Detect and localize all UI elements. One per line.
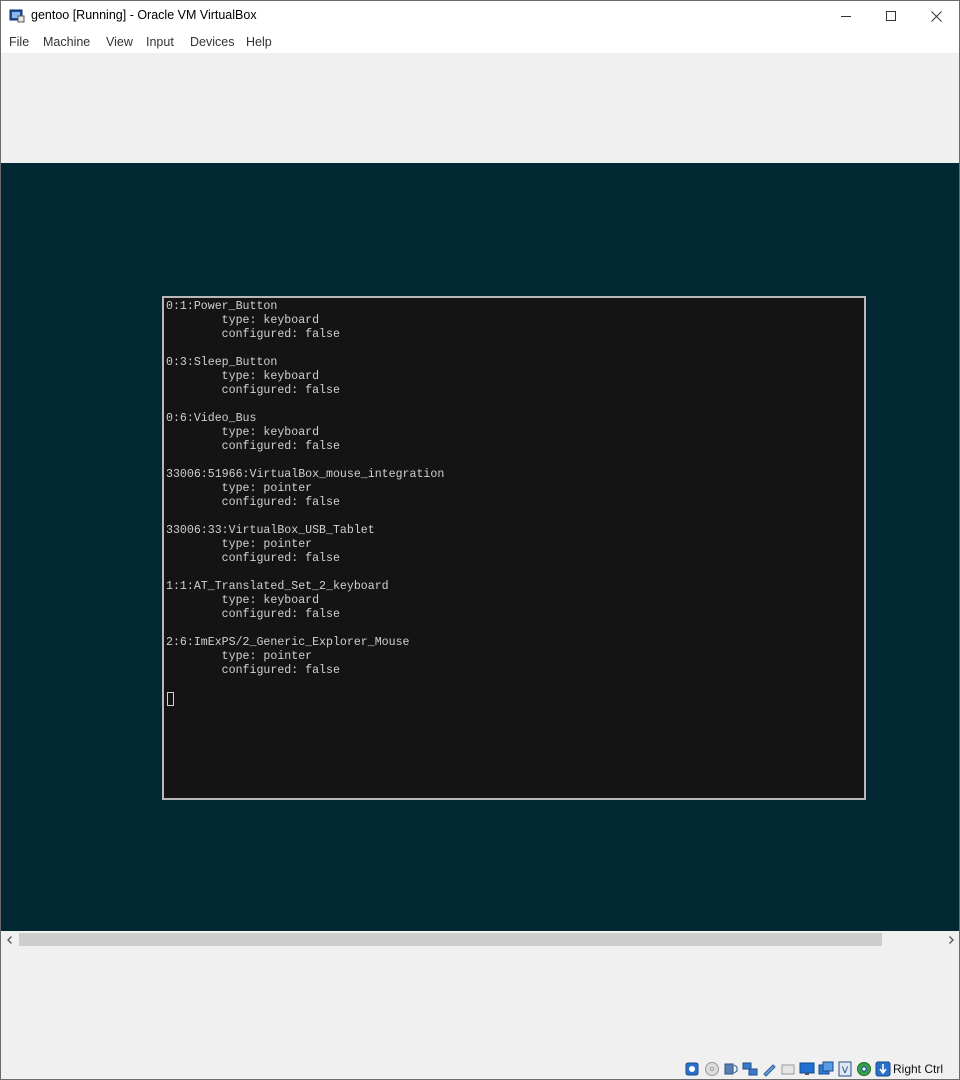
console-line: 0:3:Sleep_Button <box>166 356 278 369</box>
hard-disk-icon[interactable] <box>684 1061 700 1077</box>
menu-help[interactable]: Help <box>246 35 272 49</box>
console-line: type: keyboard <box>166 370 320 383</box>
virtualbox-app-icon <box>9 8 25 24</box>
console-line: type: pointer <box>166 650 313 663</box>
close-button[interactable] <box>913 1 959 31</box>
menu-file[interactable]: File <box>9 35 29 49</box>
console-line: 0:1:Power_Button <box>166 300 278 313</box>
menu-input[interactable]: Input <box>146 35 174 49</box>
keyboard-capture-icon[interactable] <box>875 1061 891 1077</box>
menu-view[interactable]: View <box>106 35 133 49</box>
horizontal-scrollbar[interactable] <box>1 931 959 948</box>
network-icon[interactable] <box>742 1061 758 1077</box>
optical-drive-icon[interactable] <box>704 1061 720 1077</box>
guest-console[interactable]: 0:1:Power_Button type: keyboard configur… <box>162 296 866 800</box>
console-line: configured: false <box>166 328 340 341</box>
console-line: type: pointer <box>166 538 313 551</box>
console-line: type: keyboard <box>166 594 320 607</box>
console-line: configured: false <box>166 384 340 397</box>
console-line: configured: false <box>166 552 340 565</box>
audio-icon[interactable] <box>723 1061 739 1077</box>
console-line: type: keyboard <box>166 314 320 327</box>
console-line: 0:6:Video_Bus <box>166 412 257 425</box>
chevron-right-icon <box>948 935 954 944</box>
console-line: type: pointer <box>166 482 313 495</box>
scrollbar-thumb[interactable] <box>19 933 882 946</box>
console-line: 1:1:AT_Translated_Set_2_keyboard <box>166 580 389 593</box>
console-cursor <box>167 692 174 706</box>
usb-icon[interactable] <box>761 1061 777 1077</box>
cpu-icon[interactable]: V <box>837 1061 853 1077</box>
scroll-right-button[interactable] <box>942 931 959 948</box>
shared-folders-icon[interactable] <box>780 1061 796 1077</box>
menu-devices[interactable]: Devices <box>190 35 234 49</box>
console-line: 33006:51966:VirtualBox_mouse_integration <box>166 468 445 481</box>
vm-display[interactable]: 0:1:Power_Button type: keyboard configur… <box>1 163 959 931</box>
console-line: configured: false <box>166 496 340 509</box>
host-key-label: Right Ctrl <box>893 1062 944 1076</box>
console-output: 0:1:Power_Button type: keyboard configur… <box>166 300 444 678</box>
console-line: configured: false <box>166 608 340 621</box>
title-bar: gentoo [Running] - Oracle VM VirtualBox <box>1 1 959 31</box>
console-line: type: keyboard <box>166 426 320 439</box>
lower-padding-area <box>1 948 959 1058</box>
console-line: configured: false <box>166 440 340 453</box>
scroll-left-button[interactable] <box>1 931 18 948</box>
svg-text:V: V <box>842 1066 849 1076</box>
minimize-icon <box>841 16 851 17</box>
status-bar: V Right Ctrl <box>1 1058 959 1079</box>
minimize-button[interactable] <box>823 1 869 31</box>
close-icon <box>930 10 942 22</box>
console-line: 33006:33:VirtualBox_USB_Tablet <box>166 524 375 537</box>
menu-machine[interactable]: Machine <box>43 35 90 49</box>
maximize-icon <box>886 11 896 21</box>
console-line: 2:6:ImExPS/2_Generic_Explorer_Mouse <box>166 636 410 649</box>
display-icon[interactable] <box>799 1061 815 1077</box>
chevron-left-icon <box>6 935 12 944</box>
menu-bar: File Machine View Input Devices Help <box>1 31 959 53</box>
mouse-integration-icon[interactable] <box>856 1061 872 1077</box>
maximize-button[interactable] <box>868 1 914 31</box>
upper-padding-area <box>1 53 959 163</box>
console-line: configured: false <box>166 664 340 677</box>
virtualbox-window: gentoo [Running] - Oracle VM VirtualBox … <box>0 0 960 1080</box>
video-capture-icon[interactable] <box>818 1061 834 1077</box>
window-title: gentoo [Running] - Oracle VM VirtualBox <box>31 8 257 22</box>
